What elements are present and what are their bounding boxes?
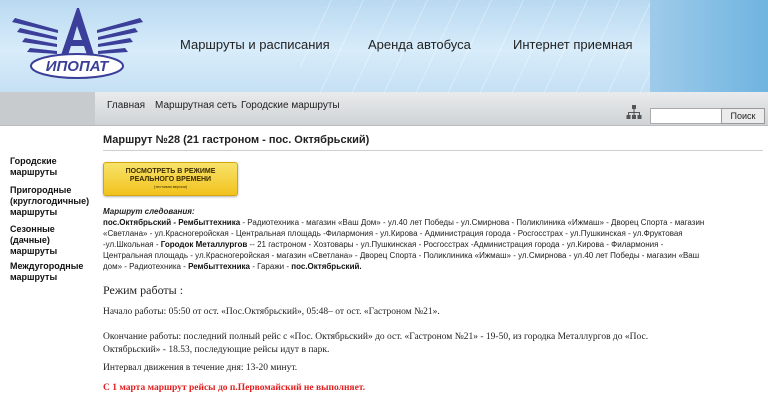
route-description: пос.Октябрьский - Рембыттехника - Радиот… [103, 217, 761, 272]
schedule-end-line: Октябрьский» - 18.53, последующие рейсы … [103, 345, 330, 355]
route-text-line: - Гаражи - [249, 262, 292, 271]
sidebar-item-label: (круглогодичные) [10, 196, 90, 206]
route-text-line: дом» - Радиотехника - [103, 262, 189, 271]
route-text-line: - Радиотехника - магазин «Ваш Дом» - ул.… [240, 218, 705, 227]
search-input[interactable] [650, 108, 726, 124]
route-stop-bold: Городок Металлургов [160, 240, 248, 249]
site-header: ИПОПАТ Маршруты и расписания Аренда авто… [0, 0, 768, 92]
breadcrumb-home[interactable]: Главная [107, 100, 145, 111]
search-button[interactable]: Поиск [721, 108, 765, 124]
route-stop-bold: Рембыттехника [188, 262, 250, 271]
sidebar-item-intercity-routes[interactable]: Междугородные маршруты [10, 261, 92, 283]
route-text-line: Центральная площадь - ул.Красногеройская… [103, 251, 700, 260]
sidebar-item-seasonal-routes[interactable]: Сезонные (дачные) маршруты [10, 224, 92, 257]
sidebar-item-label: Междугородные [10, 261, 84, 271]
page-title: Маршрут №28 (21 гастроном - пос. Октябрь… [103, 134, 370, 146]
route-text-line: -- 21 гастроном - Хозтовары - ул.Пушкинс… [247, 240, 664, 249]
realtime-button-label: ПОСМОТРЕТЬ В РЕЖИМЕ [125, 168, 216, 175]
nav-routes-schedules[interactable]: Маршруты и расписания [180, 37, 330, 52]
site-logo[interactable]: ИПОПАТ [0, 0, 155, 92]
sidebar-item-label: Пригородные [10, 185, 72, 195]
schedule-start: Начало работы: 05:50 от ост. «Пос.Октябр… [103, 307, 440, 317]
realtime-view-button[interactable]: ПОСМОТРЕТЬ В РЕЖИМЕ РЕАЛЬНОГО ВРЕМЕНИ (т… [103, 162, 238, 196]
schedule-heading: Режим работы : [103, 283, 184, 297]
realtime-button-sublabel: (тестовая версия) [153, 184, 188, 189]
schedule-end-line: Окончание работы: последний полный рейс … [103, 332, 649, 342]
sidebar-item-label: маршруты [10, 207, 58, 217]
nav-online-reception[interactable]: Интернет приемная [513, 37, 632, 52]
breadcrumb-city-routes[interactable]: Городские маршруты [241, 100, 340, 111]
sitemap-icon[interactable] [626, 104, 642, 120]
title-divider [103, 150, 763, 151]
sidebar-item-label: маршруты [10, 167, 58, 177]
route-label: Маршрут следования: [103, 207, 195, 216]
realtime-button-label: РЕАЛЬНОГО ВРЕМЕНИ [129, 176, 212, 183]
route-stop-bold: пос.Октябрьский. [291, 262, 362, 271]
sidebar-item-label: маршруты [10, 246, 58, 256]
sidebar-item-label: маршруты [10, 272, 58, 282]
logo-text: ИПОПАТ [46, 58, 110, 75]
schedule-interval: Интервал движения в течение дня: 13-20 м… [103, 363, 298, 373]
sidebar-item-city-routes[interactable]: Городские маршруты [10, 156, 92, 178]
sidebar-item-suburban-routes[interactable]: Пригородные (круглогодичные) маршруты [10, 185, 92, 218]
breadcrumb-route-network[interactable]: Маршрутная сеть [155, 100, 237, 111]
sidebar-item-label: Сезонные [10, 224, 55, 234]
route-text-line: -ул.Школьная - [103, 240, 161, 249]
sidebar: Городские маршруты Пригородные (круглого… [0, 126, 95, 399]
nav-bus-rental[interactable]: Аренда автобуса [368, 37, 471, 52]
sidebar-item-label: Городские [10, 156, 57, 166]
route-stop-bold: пос.Октябрьский - Рембыттехника [103, 218, 241, 227]
subbar-left [0, 92, 95, 125]
header-right-panel [650, 0, 768, 92]
route-text-line: «Светлана» - ул.Красногеройская - Центра… [103, 229, 683, 238]
warning-notice: С 1 марта маршрут рейсы до п.Первомайски… [103, 383, 366, 393]
schedule-end: Окончание работы: последний полный рейс … [103, 331, 753, 357]
sidebar-item-label: (дачные) [10, 235, 50, 245]
